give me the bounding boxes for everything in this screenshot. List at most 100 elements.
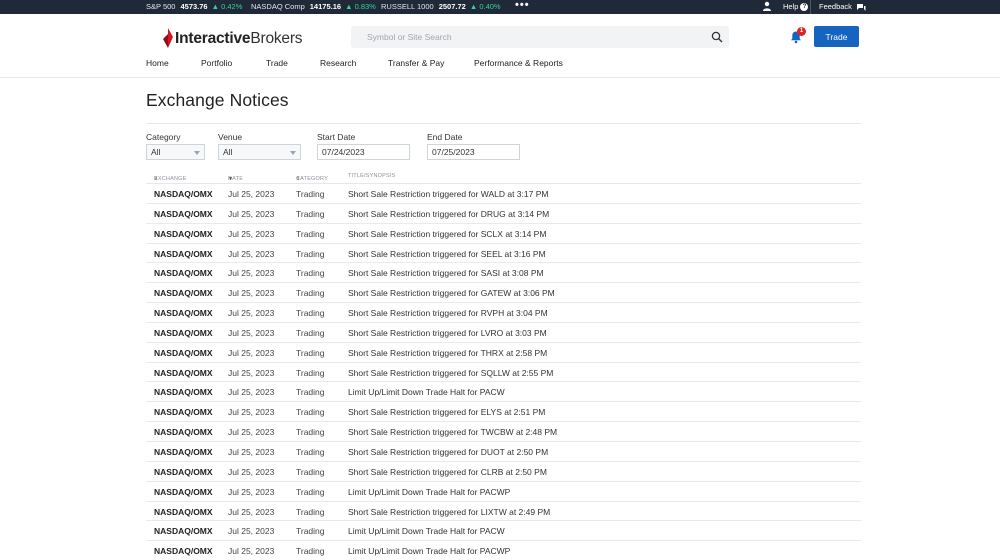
ticker-change: ▲ 0.40%: [469, 2, 501, 11]
table-row[interactable]: NASDAQ/OMX Jul 25, 2023 Trading Short Sale …: [146, 184, 861, 204]
search-icon[interactable]: [711, 30, 723, 48]
row-title-link[interactable]: Short Sale Restriction triggered for CLR…: [348, 467, 547, 477]
divider: [810, 0, 811, 14]
search-input[interactable]: [351, 26, 701, 48]
row-date: Jul 25, 2023: [228, 189, 275, 199]
nav-item-home[interactable]: Home: [146, 58, 169, 68]
row-exchange: NASDAQ/OMX: [154, 327, 213, 338]
row-exchange: NASDAQ/OMX: [154, 446, 213, 457]
row-title-link[interactable]: Short Sale Restriction triggered for TWC…: [348, 427, 557, 437]
row-category: Trading: [296, 308, 325, 319]
ticker-item-nasdaq[interactable]: NASDAQ Comp 14175.16 ▲ 0.83%: [251, 2, 376, 11]
table-row[interactable]: NASDAQ/OMX Jul 25, 2023 Trading Short Sale …: [146, 263, 861, 284]
table-row[interactable]: NASDAQ/OMX Jul 25, 2023 Trading Limit Up/Li…: [146, 482, 861, 502]
ticker-value: 14175.16: [309, 2, 342, 11]
row-date: Jul 25, 2023: [228, 546, 275, 557]
row-exchange: NASDAQ/OMX: [154, 506, 213, 517]
start-date-input[interactable]: 07/24/2023: [317, 144, 410, 160]
row-title-link[interactable]: Short Sale Restriction triggered for ELY…: [348, 407, 545, 417]
feedback-link[interactable]: Feedback: [819, 2, 866, 12]
ticker-item-sp500[interactable]: S&P 500 4573.76 ▲ 0.42%: [146, 2, 242, 11]
row-title-link[interactable]: Short Sale Restriction triggered for SEE…: [348, 249, 546, 259]
category-select[interactable]: All: [146, 144, 205, 160]
row-title-link[interactable]: Short Sale Restriction triggered for GAT…: [348, 288, 555, 298]
row-title-link[interactable]: Short Sale Restriction triggered for WAL…: [348, 189, 548, 199]
row-exchange: NASDAQ/OMX: [154, 387, 213, 398]
row-title-link[interactable]: Short Sale Restriction triggered for DRU…: [348, 209, 549, 219]
row-date: Jul 25, 2023: [228, 228, 275, 239]
row-title-link[interactable]: Short Sale Restriction triggered for LIX…: [348, 507, 550, 517]
row-date: Jul 25, 2023: [228, 208, 275, 219]
table-row[interactable]: NASDAQ/OMX Jul 25, 2023 Trading Short Sale …: [146, 323, 861, 343]
row-category: Trading: [296, 327, 325, 338]
help-label: Help: [783, 2, 799, 11]
table-row[interactable]: NASDAQ/OMX Jul 25, 2023 Trading Short Sale …: [146, 502, 861, 522]
nav-item-trade[interactable]: Trade: [266, 58, 288, 68]
row-title-link[interactable]: Short Sale Restriction triggered for DUO…: [348, 447, 548, 457]
ticker-change: ▲ 0.42%: [211, 2, 243, 11]
venue-select[interactable]: All: [218, 144, 301, 160]
table-row[interactable]: NASDAQ/OMX Jul 25, 2023 Trading Short Sale …: [146, 224, 861, 244]
row-title-link[interactable]: Short Sale Restriction triggered for SCL…: [348, 229, 546, 239]
table-row[interactable]: NASDAQ/OMX Jul 25, 2023 Trading Short Sale …: [146, 343, 861, 363]
row-title-link[interactable]: Limit Up/Limit Down Trade Halt for PACW: [348, 526, 505, 536]
row-category: Trading: [296, 387, 325, 398]
row-title-link[interactable]: Short Sale Restriction triggered for THR…: [348, 348, 547, 358]
row-title-link[interactable]: Limit Up/Limit Down Trade Halt for PACWP: [348, 487, 510, 497]
row-date: Jul 25, 2023: [228, 407, 275, 418]
table-row[interactable]: NASDAQ/OMX Jul 25, 2023 Trading Short Sale …: [146, 303, 861, 323]
ticker-more-button[interactable]: •••: [515, 0, 530, 11]
row-exchange: NASDAQ/OMX: [154, 268, 213, 279]
row-exchange: NASDAQ/OMX: [154, 288, 213, 299]
row-category: Trading: [296, 228, 325, 239]
category-select-value: All: [151, 147, 161, 157]
user-icon[interactable]: [762, 1, 772, 13]
chevron-down-icon: [194, 151, 200, 155]
table-row[interactable]: NASDAQ/OMX Jul 25, 2023 Trading Short Sale …: [146, 363, 861, 383]
nav-item-portfolio[interactable]: Portfolio: [201, 58, 232, 68]
row-date: Jul 25, 2023: [228, 486, 275, 497]
row-exchange: NASDAQ/OMX: [154, 546, 213, 557]
end-date-input[interactable]: 07/25/2023: [427, 144, 520, 160]
row-category: Trading: [296, 268, 325, 279]
market-ticker-bar: S&P 500 4573.76 ▲ 0.42% NASDAQ Comp 14175.1…: [0, 0, 1000, 14]
ticker-name: NASDAQ Comp: [251, 2, 305, 11]
nav-item-transfer-pay[interactable]: Transfer & Pay: [388, 58, 444, 68]
table-row[interactable]: NASDAQ/OMX Jul 25, 2023 Trading Short Sale …: [146, 402, 861, 423]
sort-desc-icon: ▼: [228, 176, 234, 182]
notification-count-badge: 1: [797, 27, 806, 36]
row-category: Trading: [296, 248, 325, 259]
table-row[interactable]: NASDAQ/OMX Jul 25, 2023 Trading Limit Up/Li…: [146, 541, 861, 560]
start-date-value: 07/24/2023: [322, 147, 365, 157]
table-row[interactable]: NASDAQ/OMX Jul 25, 2023 Trading Short Sale …: [146, 283, 861, 304]
trade-button[interactable]: Trade: [814, 26, 859, 47]
row-exchange: NASDAQ/OMX: [154, 466, 213, 477]
table-row[interactable]: NASDAQ/OMX Jul 25, 2023 Trading Short Sale …: [146, 442, 861, 462]
row-exchange: NASDAQ/OMX: [154, 427, 213, 438]
row-category: Trading: [296, 506, 325, 517]
column-header-title: TITLE/SYNOPSIS: [348, 173, 396, 179]
table-row[interactable]: NASDAQ/OMX Jul 25, 2023 Trading Short Sale …: [146, 244, 861, 264]
table-row[interactable]: NASDAQ/OMX Jul 25, 2023 Trading Short Sale …: [146, 204, 861, 224]
header-divider: [0, 77, 1000, 78]
table-row[interactable]: NASDAQ/OMX Jul 25, 2023 Trading Short Sale …: [146, 462, 861, 482]
ticker-name: RUSSELL 1000: [381, 2, 434, 11]
ticker-item-russell[interactable]: RUSSELL 1000 2507.72 ▲ 0.40%: [381, 2, 501, 11]
row-title-link[interactable]: Short Sale Restriction triggered for RVP…: [348, 308, 548, 318]
start-date-label: Start Date: [317, 132, 356, 142]
table-row[interactable]: NASDAQ/OMX Jul 25, 2023 Trading Limit Up/Li…: [146, 521, 861, 542]
title-divider: [146, 123, 861, 124]
row-title-link[interactable]: Short Sale Restriction triggered for SQL…: [348, 368, 553, 378]
nav-item-performance-reports[interactable]: Performance & Reports: [474, 58, 563, 68]
row-title-link[interactable]: Limit Up/Limit Down Trade Halt for PACWP: [348, 546, 510, 556]
table-row[interactable]: NASDAQ/OMX Jul 25, 2023 Trading Short Sale …: [146, 422, 861, 442]
row-title-link[interactable]: Short Sale Restriction triggered for SAS…: [348, 268, 544, 278]
row-date: Jul 25, 2023: [228, 506, 275, 517]
row-title-link[interactable]: Limit Up/Limit Down Trade Halt for PACW: [348, 387, 505, 397]
row-exchange: NASDAQ/OMX: [154, 248, 213, 259]
row-date: Jul 25, 2023: [228, 268, 275, 279]
nav-item-research[interactable]: Research: [320, 58, 356, 68]
row-title-link[interactable]: Short Sale Restriction triggered for LVR…: [348, 328, 547, 338]
table-row[interactable]: NASDAQ/OMX Jul 25, 2023 Trading Limit Up/Li…: [146, 382, 861, 403]
help-link[interactable]: Help?: [783, 2, 809, 12]
